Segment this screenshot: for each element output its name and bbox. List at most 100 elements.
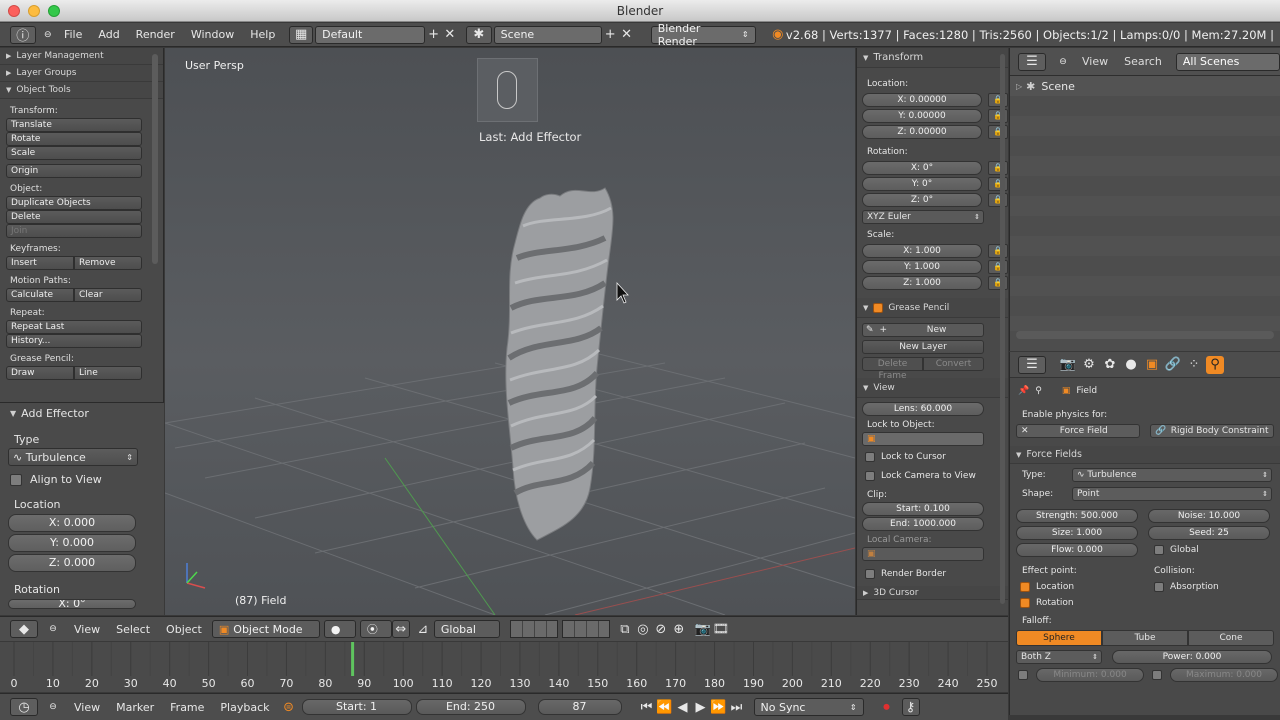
menu-view[interactable]: View <box>66 623 108 636</box>
screen-layout-icon[interactable]: ▦ <box>289 25 314 44</box>
rotate-button[interactable]: Rotate <box>6 132 142 146</box>
play-reverse-icon[interactable]: ◀ <box>674 698 692 716</box>
history-button[interactable]: History... <box>6 334 142 348</box>
tool-shelf-scrollbar[interactable] <box>152 54 158 264</box>
location-y-field[interactable]: Y: 0.000 <box>8 534 136 552</box>
lock-icon[interactable]: 🔒 <box>988 244 1008 258</box>
render-border-row[interactable]: Render Border <box>865 569 1008 579</box>
strength-field[interactable]: Strength: 500.000 <box>1016 509 1138 523</box>
rot-y-field[interactable]: Y: 0° <box>862 177 982 191</box>
rot-x-field[interactable]: X: 0° <box>862 161 982 175</box>
lock-icon[interactable]: 🔒 <box>988 177 1008 191</box>
lock-icon[interactable]: 🔒 <box>988 125 1008 139</box>
flow-field[interactable]: Flow: 0.000 <box>1016 543 1138 557</box>
shading-select[interactable]: ● <box>323 620 356 638</box>
outliner-search-menu[interactable]: Search <box>1124 55 1162 68</box>
panel-grease-pencil[interactable]: ▼ Grease Pencil <box>857 298 1008 318</box>
noise-field[interactable]: Noise: 10.000 <box>1148 509 1270 523</box>
local-camera-field[interactable]: ▣ <box>862 547 984 561</box>
panel-transform[interactable]: ▼ Transform <box>857 48 1008 68</box>
lock-object-field[interactable]: ▣ <box>862 432 984 446</box>
z-direction-select[interactable]: Both Z ⇕ <box>1016 650 1102 664</box>
lock-icon[interactable]: 🔒 <box>988 161 1008 175</box>
origin-button[interactable]: Origin <box>6 164 142 178</box>
lock-camera-row[interactable]: Lock Camera to View <box>865 471 1008 481</box>
end-frame-field[interactable]: End: 250 <box>415 699 526 715</box>
remove-keyframe-button[interactable]: Remove <box>74 256 142 270</box>
lock-icon[interactable]: 🔒 <box>988 193 1008 207</box>
clear-button[interactable]: Clear <box>74 288 142 302</box>
seed-field[interactable]: Seed: 25 <box>1148 526 1270 540</box>
lock-to-cursor-checkbox[interactable] <box>865 452 875 462</box>
current-frame-field[interactable]: 87 <box>537 699 622 715</box>
effector-type-select[interactable]: ∿ Turbulence ⇕ <box>8 448 138 466</box>
expand-icon[interactable]: ▷ <box>1016 82 1022 91</box>
falloff-cone-tab[interactable]: Cone <box>1188 630 1274 646</box>
scale-button[interactable]: Scale <box>6 146 142 160</box>
render-tab-icon[interactable]: 📷 <box>1059 356 1077 374</box>
outliner-item-scene[interactable]: ▷ ✱ Scene <box>1010 76 1280 96</box>
effect-rotation-toggle[interactable]: Rotation <box>1010 598 1280 608</box>
location-x-field[interactable]: X: 0.000 <box>8 514 136 532</box>
align-to-view-row[interactable]: Align to View <box>10 473 164 486</box>
panel-object-tools[interactable]: ▼ Object Tools <box>0 82 163 99</box>
properties-region-scrollbar[interactable] <box>1000 54 1005 604</box>
translate-button[interactable]: Translate <box>6 118 142 132</box>
snap-target-icon[interactable]: ⊕ <box>670 620 688 638</box>
world-tab-icon[interactable]: ✿ <box>1101 356 1119 374</box>
falloff-sphere-tab[interactable]: Sphere <box>1016 630 1102 646</box>
constraints-tab-icon[interactable]: 🔗 <box>1164 356 1182 374</box>
scene-icon[interactable]: ✱ <box>466 25 492 44</box>
add-layout-icon[interactable]: + <box>425 26 441 44</box>
global-checkbox[interactable] <box>1154 545 1164 555</box>
lock-to-cursor-row[interactable]: Lock to Cursor <box>865 452 1008 462</box>
lock-icon[interactable]: 🔒 <box>988 93 1008 107</box>
editor-type-icon[interactable]: ◆ <box>10 620 38 638</box>
outliner-display-mode-select[interactable]: All Scenes <box>1175 52 1280 71</box>
record-icon[interactable]: ⏺ <box>878 698 896 716</box>
jump-start-icon[interactable]: ⏮ <box>638 698 656 716</box>
particles-tab-icon[interactable]: ⁘ <box>1185 356 1203 374</box>
pivot-select[interactable]: ⦿ <box>359 620 392 638</box>
remove-layout-icon[interactable]: ✕ <box>442 26 458 44</box>
absorption-checkbox[interactable] <box>1154 582 1164 592</box>
align-to-view-checkbox[interactable] <box>10 473 22 486</box>
menu-file[interactable]: File <box>56 28 90 41</box>
delete-button[interactable]: Delete <box>6 210 142 224</box>
mode-select[interactable]: ▣ Object Mode <box>211 620 320 638</box>
manipulator-toggle-icon[interactable]: ⇔ <box>391 620 410 638</box>
snap-icon[interactable]: ⊘ <box>652 620 670 638</box>
outliner-type-icon[interactable]: ☰ <box>1018 52 1046 71</box>
loc-y-field[interactable]: Y: 0.00000 <box>862 109 982 123</box>
rotation-x-field[interactable]: X: 0° <box>8 599 136 609</box>
render-anim-icon[interactable]: 🎞 <box>712 620 730 638</box>
clip-end-field[interactable]: End: 1000.000 <box>862 517 984 531</box>
world-globe-icon[interactable]: ● <box>1122 356 1140 374</box>
jump-end-icon[interactable]: ⏭ <box>728 698 746 716</box>
timeline-canvas[interactable]: 0 10 20 30 40 50 60 70 80 90 100 110 120 130 140 150 160… <box>0 642 1008 692</box>
start-frame-field[interactable]: Start: 1 <box>301 699 412 715</box>
loc-x-field[interactable]: X: 0.00000 <box>862 93 982 107</box>
timeline-track[interactable] <box>0 642 1008 676</box>
remove-scene-icon[interactable]: ✕ <box>618 26 634 44</box>
pencil-icon[interactable]: ✎ <box>863 325 877 335</box>
rotation-mode-select[interactable]: XYZ Euler ⇕ <box>862 210 984 224</box>
properties-type-icon[interactable]: ☰ <box>1018 355 1046 374</box>
prev-keyframe-icon[interactable]: ⏪ <box>656 698 674 716</box>
keying-set-icon[interactable]: ⚷ <box>901 698 920 716</box>
minimum-field[interactable]: Minimum: 0.000 <box>1036 668 1144 682</box>
line-button[interactable]: Line <box>74 366 142 380</box>
menu-window[interactable]: Window <box>183 28 242 41</box>
turbulence-mesh[interactable] <box>505 187 614 541</box>
location-z-field[interactable]: Z: 0.000 <box>8 554 136 572</box>
menu-frame[interactable]: Frame <box>162 701 212 714</box>
effect-location-checkbox[interactable] <box>1020 582 1030 592</box>
play-icon[interactable]: ▶ <box>692 698 710 716</box>
timeline[interactable]: 0 10 20 30 40 50 60 70 80 90 100 110 120 130 140 150 160… <box>0 642 1008 692</box>
new-layer-button[interactable]: New Layer <box>862 340 984 354</box>
panel-layer-management[interactable]: ▶ Layer Management <box>0 48 163 65</box>
absorption-toggle[interactable]: Absorption <box>1154 582 1219 592</box>
layer-buttons-right[interactable] <box>561 620 610 638</box>
close-window-button[interactable] <box>8 5 20 17</box>
operator-panel-header[interactable]: ▼ Add Effector <box>0 403 164 423</box>
